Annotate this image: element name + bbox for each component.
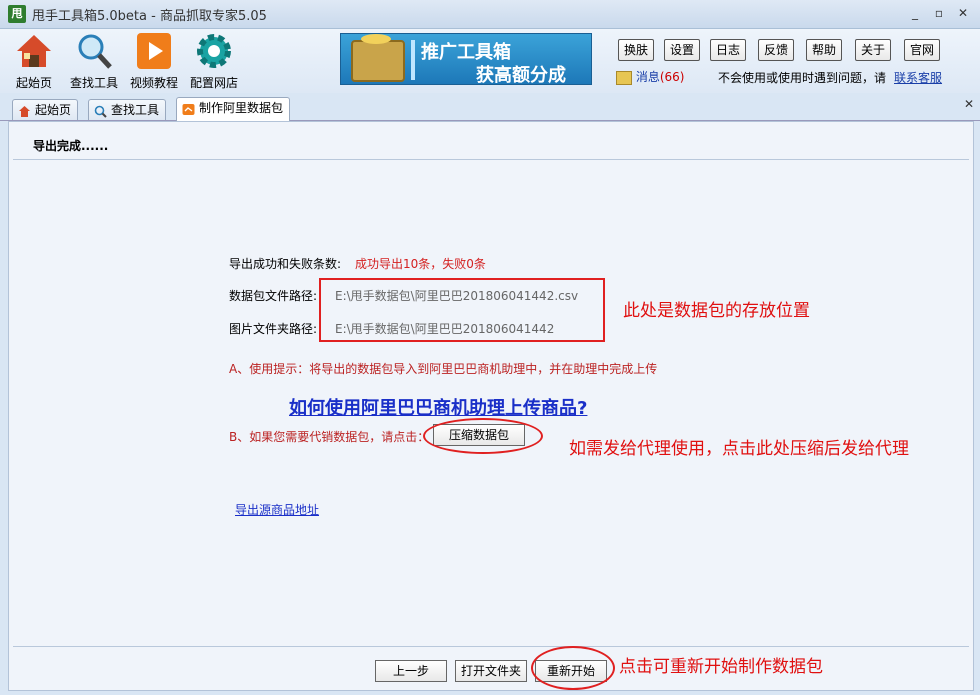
play-icon [134,31,174,71]
tab-find-tools[interactable]: 查找工具 [88,99,167,120]
help-text: 不会使用或使用时遇到问题，请 [718,71,887,85]
close-window-button[interactable]: ✕ [952,4,974,22]
help-button[interactable]: 帮助 [806,39,843,61]
annotation-compress: 如需发给代理使用，点击此处压缩后发给代理 [569,439,909,459]
open-folder-button[interactable]: 打开文件夹 [455,660,527,682]
how-to-upload-link[interactable]: 如何使用阿里巴巴商机助理上传商品? [289,394,587,420]
divider [13,646,969,647]
annotation-restart: 点击可重新开始制作数据包 [619,657,823,677]
package-path-label: 数据包文件路径: [229,289,318,303]
restart-highlight-ellipse [531,646,615,690]
previous-step-button[interactable]: 上一步 [375,660,447,682]
tool-find-tools[interactable]: 查找工具 [64,31,124,91]
tab-bar: 起始页 查找工具 制作阿里数据包 ✕ [0,95,980,121]
path-highlight-box [319,278,605,342]
annotation-package-location: 此处是数据包的存放位置 [623,301,810,321]
tool-video-tutorial[interactable]: 视频教程 [124,31,184,91]
tool-configure-shop[interactable]: 配置网店 [184,31,244,91]
compress-highlight-ellipse [423,418,543,454]
log-button[interactable]: 日志 [710,39,747,61]
close-tab-icon[interactable]: ✕ [964,97,974,111]
title-bar: 甩 甩手工具箱5.0beta - 商品抓取专家5.05 _ ▫ ✕ [0,0,980,29]
export-status: 导出完成...... [33,139,109,153]
image-folder-label: 图片文件夹路径: [229,322,318,336]
promo-banner[interactable]: 推广工具箱 获高额分成 [340,33,592,86]
package-icon [182,102,195,115]
magnifier-icon [94,104,107,118]
app-logo: 甩 [8,5,26,23]
maximize-button[interactable]: ▫ [928,4,950,22]
magnifier-icon [74,31,114,71]
content-panel: 导出完成...... 导出成功和失败条数: 成功导出10条，失败0条 数据包文件… [8,121,974,691]
home-icon [14,31,54,71]
feedback-button[interactable]: 反馈 [758,39,795,61]
contact-support-link[interactable]: 联系客服 [894,69,942,86]
gear-icon [194,31,234,71]
about-button[interactable]: 关于 [855,39,892,61]
messages[interactable]: 消息(66) [616,68,684,85]
window-title: 甩手工具箱5.0beta - 商品抓取专家5.05 [32,9,267,24]
tip-b: B、如果您需要代销数据包，请点击： [229,430,430,444]
divider [13,159,969,160]
result-label: 导出成功和失败条数: [229,257,342,271]
official-site-button[interactable]: 官网 [904,39,941,61]
export-source-link[interactable]: 导出源商品地址 [235,501,319,518]
treasure-chest-icon [351,34,405,82]
message-icon [616,70,632,85]
minimize-button[interactable]: _ [904,4,926,22]
skin-button[interactable]: 换肤 [618,39,655,61]
home-icon [18,104,31,117]
tab-make-ali-package[interactable]: 制作阿里数据包 [176,97,291,121]
tab-start-page[interactable]: 起始页 [12,99,79,120]
tool-start-page[interactable]: 起始页 [4,31,64,91]
tip-a: A、使用提示：将导出的数据包导入到阿里巴巴商机助理中，并在助理中完成上传 [229,362,658,376]
result-value: 成功导出10条，失败0条 [355,257,486,271]
main-toolbar: 起始页 查找工具 视频教程 配置网店 推广工具箱 获高额分成 换肤 设置 日志 … [0,29,980,93]
settings-button[interactable]: 设置 [664,39,701,61]
